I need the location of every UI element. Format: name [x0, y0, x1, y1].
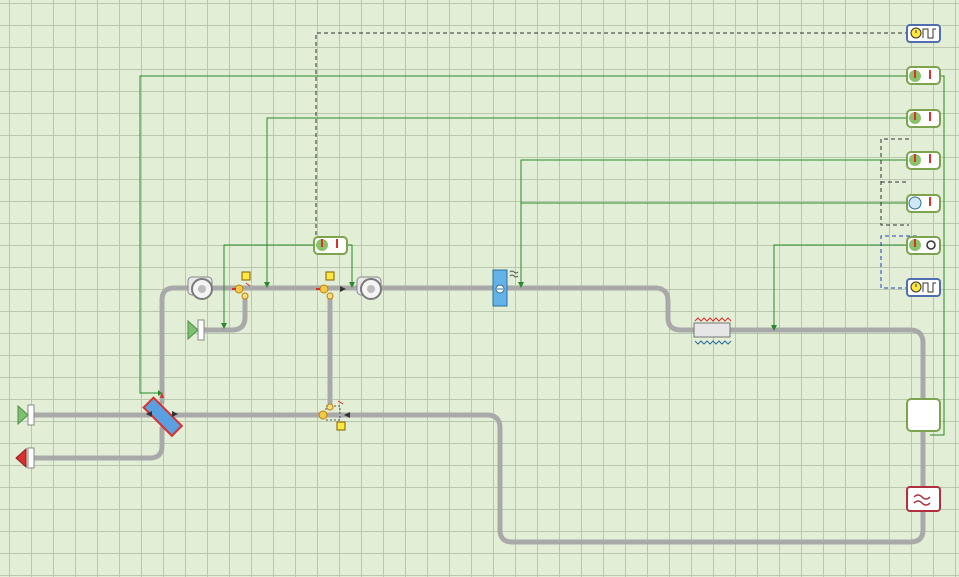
diagram-canvas — [0, 0, 959, 577]
mixing-controller[interactable] — [313, 236, 348, 255]
thermometer-icon — [914, 154, 916, 162]
supply-fan-2[interactable] — [356, 276, 382, 300]
schedule-controller-bottom[interactable] — [906, 278, 941, 297]
thermometer-icon — [914, 70, 916, 78]
thermometer-icon — [914, 239, 916, 247]
damper-icon — [319, 284, 329, 294]
green-triangle-inlet-icon — [187, 319, 199, 341]
humidity-icon — [908, 196, 922, 210]
green-triangle-inlet-icon — [17, 404, 29, 426]
duct-exhaust-air[interactable] — [31, 425, 165, 461]
supply-fan-1[interactable] — [187, 276, 213, 300]
damper-icon — [234, 284, 244, 294]
exhaust-air-outlet[interactable] — [15, 447, 35, 469]
signal-line-coil — [773, 244, 909, 327]
temperature-controller-2[interactable] — [906, 109, 941, 128]
signal-line-fan-1 — [266, 117, 909, 284]
temperature-controller-3[interactable] — [906, 151, 941, 170]
duct-return-main[interactable] — [172, 412, 926, 545]
ventilation-schematic — [15, 24, 945, 545]
signal-lines — [139, 75, 945, 436]
radiator[interactable] — [906, 486, 941, 512]
thermometer-icon — [321, 239, 323, 247]
signal-line-zone — [930, 75, 945, 436]
thermometer-icon — [929, 197, 931, 206]
humidity-controller[interactable] — [906, 194, 941, 213]
schedule-controller-top[interactable] — [906, 24, 941, 43]
thermometer-icon — [914, 112, 916, 120]
recirculation-inlet[interactable] — [187, 319, 205, 341]
outdoor-air-inlet[interactable] — [17, 404, 35, 426]
dashed-line-schedule-top — [315, 32, 909, 236]
duct-supply-main[interactable] — [159, 285, 926, 405]
damper-icon — [318, 410, 328, 420]
room-icon — [906, 398, 941, 432]
zone[interactable] — [906, 398, 941, 432]
temperature-controller-1[interactable] — [906, 66, 941, 85]
red-triangle-outlet-icon — [15, 447, 27, 469]
heating-coil-icon — [694, 317, 732, 322]
signal-line-humidifier — [520, 159, 909, 284]
signal-line-exchanger — [139, 75, 909, 394]
heating-coil[interactable] — [693, 317, 732, 345]
fan-controller[interactable] — [906, 236, 941, 255]
